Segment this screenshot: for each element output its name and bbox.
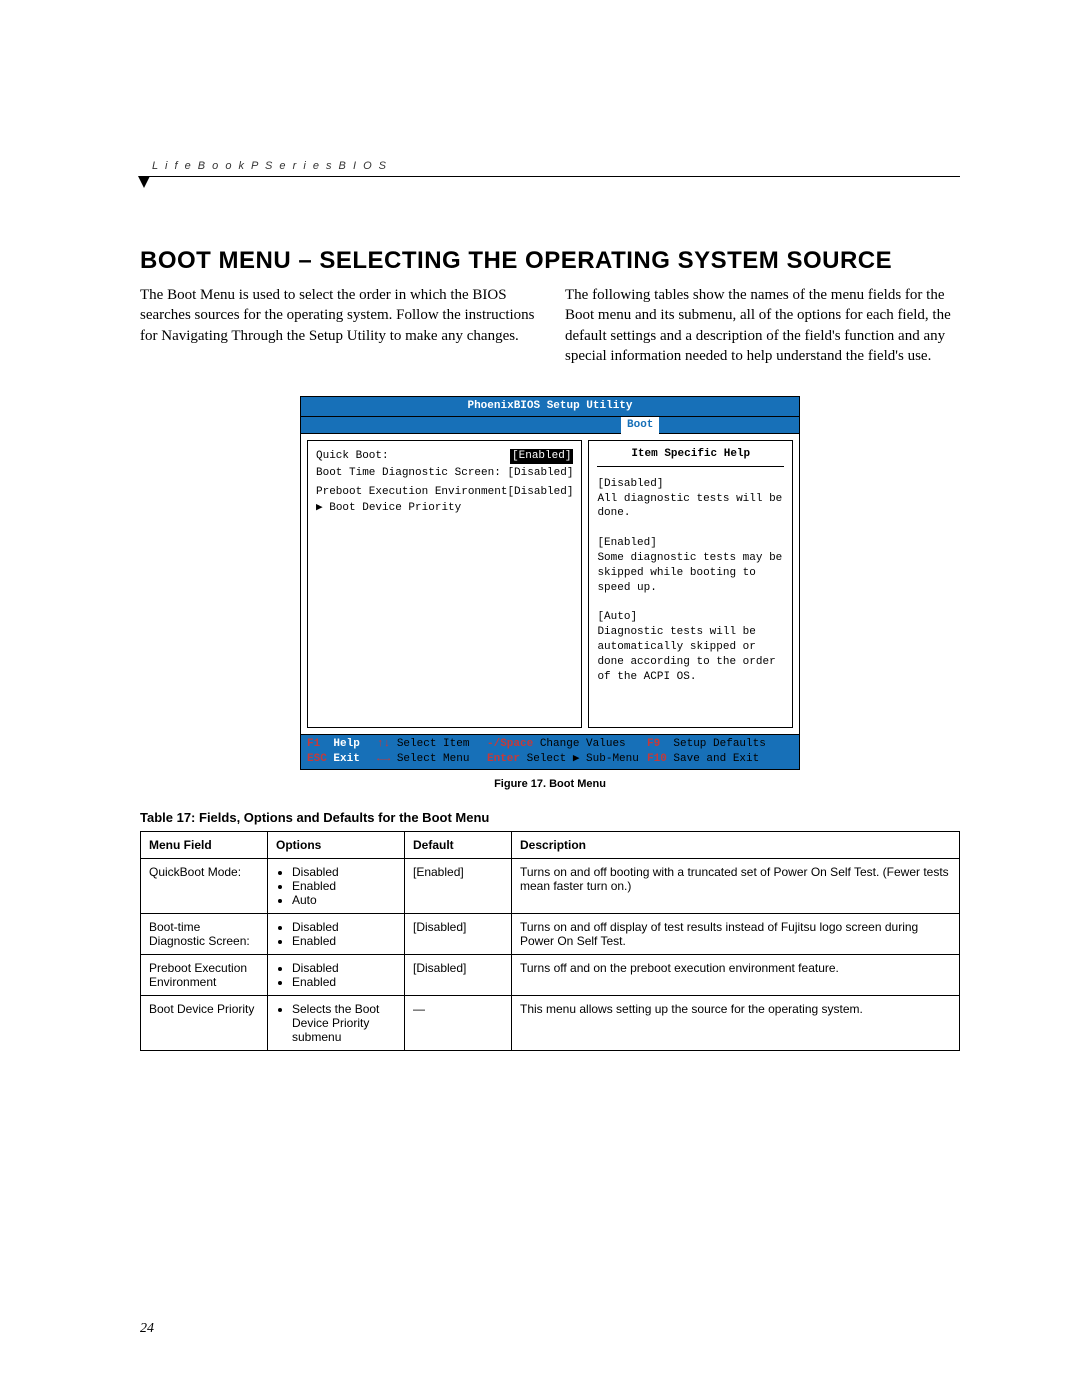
bios-key-label: Select Item [397,738,470,750]
table-row: Boot Device Priority Selects the Boot De… [141,995,960,1050]
table-cell-default: [Enabled] [405,858,512,913]
option-item: Disabled [292,920,396,934]
table-cell-field: Boot-time Diagnostic Screen: [141,913,268,954]
table-cell-options: Selects the Boot Device Priority submenu [268,995,405,1050]
option-item: Enabled [292,879,396,893]
header-corner-ornament [138,176,150,188]
table-cell-field: QuickBoot Mode: [141,858,268,913]
bios-setting-label: Quick Boot: [316,449,389,464]
bios-key-label: Select Menu [397,753,470,765]
option-item: Selects the Boot Device Priority submenu [292,1002,396,1044]
table-cell-description: Turns off and on the preboot execution e… [512,954,960,995]
bios-setting-label: Boot Time Diagnostic Screen: [316,466,501,481]
intro-paragraph-2: The following tables show the names of t… [565,285,960,366]
bios-setting-row: Preboot Execution Environment [Disabled] [316,485,573,500]
bios-key-label: Setup Defaults [673,738,765,750]
table-cell-options: Disabled Enabled [268,954,405,995]
bios-active-tab: Boot [621,417,659,434]
intro-columns: The Boot Menu is used to select the orde… [140,285,960,366]
bios-footer: F1 Help ↑↓ Select Item -/Space Change Va… [301,734,799,769]
table-header: Options [268,831,405,858]
bios-key: F10 [647,753,667,765]
bios-setting-row: Boot Time Diagnostic Screen: [Disabled] [316,466,573,481]
table-header: Default [405,831,512,858]
table-cell-default: — [405,995,512,1050]
bios-key-label: Change Values [540,738,626,750]
bios-key: Enter [487,753,520,765]
option-item: Disabled [292,961,396,975]
bios-titlebar: PhoenixBIOS Setup Utility [301,397,799,417]
table-cell-default: [Disabled] [405,954,512,995]
bios-key: -/Space [487,738,533,750]
bios-setting-label: ▶ Boot Device Priority [316,501,461,516]
bios-key: F1 [307,738,320,750]
table-row: QuickBoot Mode: Disabled Enabled Auto [E… [141,858,960,913]
table-header: Menu Field [141,831,268,858]
bios-key-label: Exit [333,753,359,765]
bios-key: ↑↓ [377,738,390,750]
section-title: BOOT MENU – SELECTING THE OPERATING SYST… [140,247,960,275]
bios-help-pane: Item Specific Help [Disabled] All diagno… [588,440,793,728]
bios-key-label: Save and Exit [673,753,759,765]
bios-setting-label: Preboot Execution Environment [316,485,507,500]
table-cell-description: Turns on and off booting with a truncate… [512,858,960,913]
option-item: Auto [292,893,396,907]
intro-paragraph-1: The Boot Menu is used to select the orde… [140,285,535,346]
bios-key: ESC [307,753,327,765]
bios-key: F9 [647,738,660,750]
page-number: 24 [140,1321,154,1337]
fields-table: Menu Field Options Default Description Q… [140,831,960,1051]
table-cell-options: Disabled Enabled Auto [268,858,405,913]
bios-setting-value: [Enabled] [510,449,573,464]
table-row: Preboot Execution Environment Disabled E… [141,954,960,995]
table-cell-description: Turns on and off display of test results… [512,913,960,954]
running-header-text: L i f e B o o k P S e r i e s B I O S [152,160,388,172]
table-cell-options: Disabled Enabled [268,913,405,954]
bios-setting-value: [Disabled] [507,485,573,500]
option-item: Disabled [292,865,396,879]
table-cell-field: Boot Device Priority [141,995,268,1050]
option-item: Enabled [292,975,396,989]
table-caption: Table 17: Fields, Options and Defaults f… [140,810,960,825]
bios-settings-pane: Quick Boot: [Enabled] Boot Time Diagnost… [307,440,582,728]
table-row: Boot-time Diagnostic Screen: Disabled En… [141,913,960,954]
table-cell-description: This menu allows setting up the source f… [512,995,960,1050]
bios-key-label: Help [333,738,359,750]
bios-tab-bar: Boot [301,417,799,434]
table-header: Description [512,831,960,858]
option-item: Enabled [292,934,396,948]
bios-setting-row: ▶ Boot Device Priority [316,501,573,516]
table-cell-default: [Disabled] [405,913,512,954]
table-cell-field: Preboot Execution Environment [141,954,268,995]
bios-screenshot: PhoenixBIOS Setup Utility Boot Quick Boo… [300,396,800,770]
bios-key-label: Select ▶ Sub-Menu [527,753,639,765]
running-header: L i f e B o o k P S e r i e s B I O S [140,160,960,177]
bios-setting-row: Quick Boot: [Enabled] [316,449,573,464]
bios-key: ←→ [377,753,390,765]
figure-caption: Figure 17. Boot Menu [140,778,960,790]
bios-setting-value: [Disabled] [507,466,573,481]
bios-help-body: [Disabled] All diagnostic tests will be … [597,477,784,685]
bios-help-title: Item Specific Help [597,447,784,467]
